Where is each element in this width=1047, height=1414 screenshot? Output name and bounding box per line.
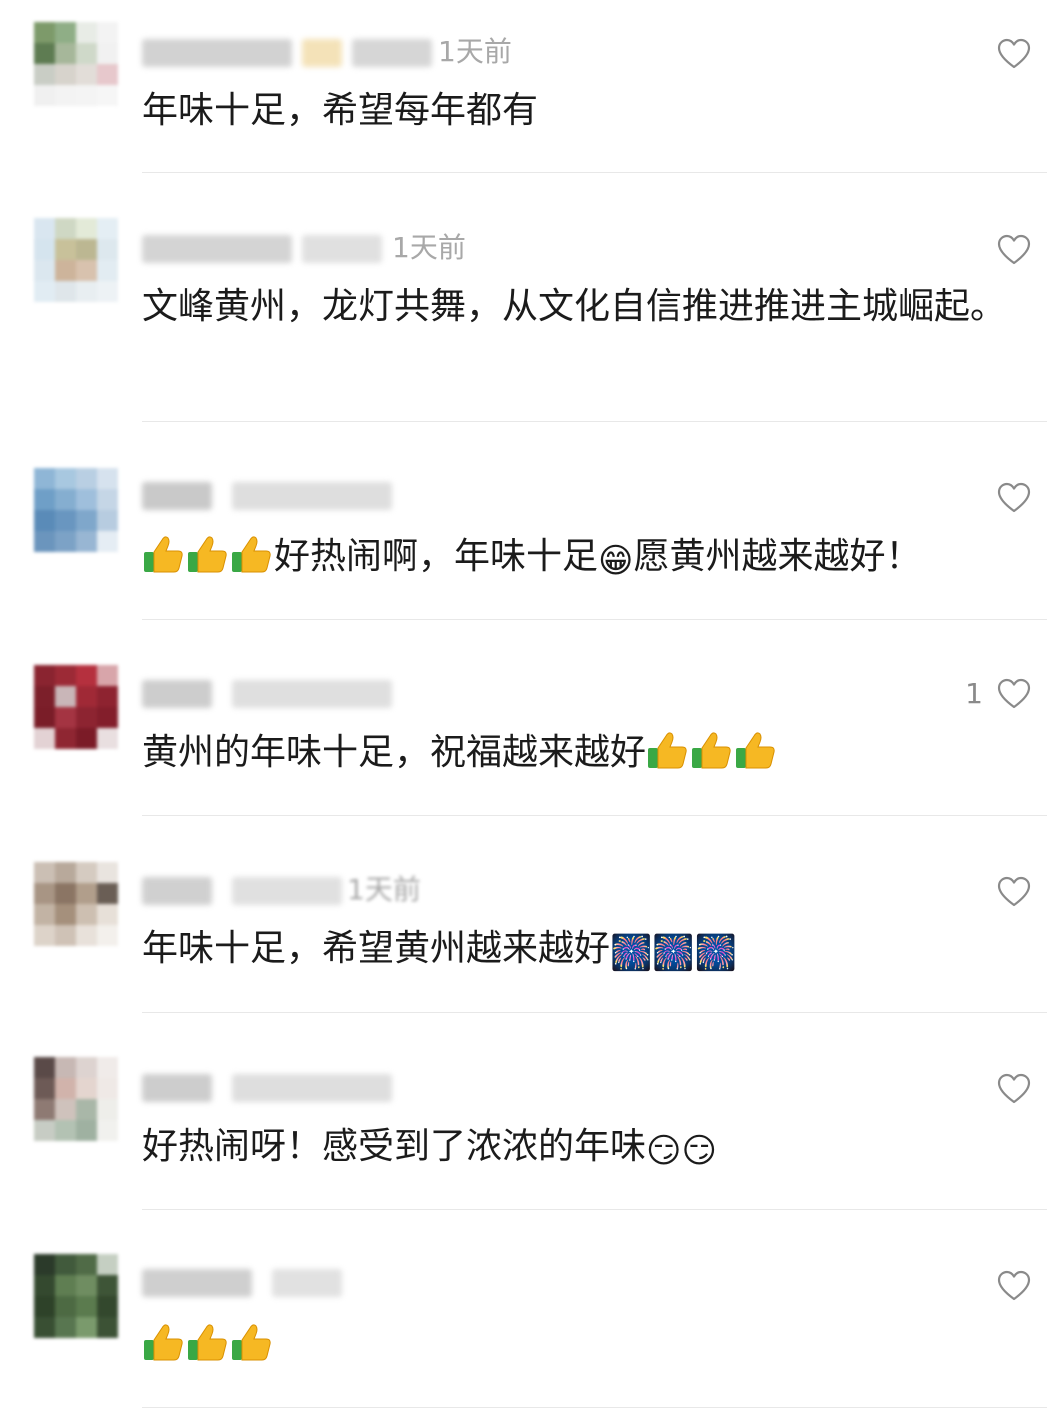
comment-text-segment: 好热闹啊，年味十足: [274, 536, 599, 577]
like-button[interactable]: [997, 1269, 1033, 1303]
comment-meta: [142, 676, 442, 710]
comment-text: 文峰黄州，龙灯共舞，从文化自信推进推进主城崛起。: [142, 286, 1007, 327]
comment-meta: 1天前: [142, 873, 462, 907]
like-button[interactable]: [997, 481, 1033, 515]
divider: [142, 1209, 1047, 1210]
heart-outline-icon: [997, 1073, 1031, 1105]
comment-meta: [142, 1265, 442, 1299]
comment-time: 1天前: [347, 873, 421, 906]
avatar[interactable]: [34, 665, 118, 749]
heart-outline-icon: [997, 234, 1031, 266]
thumbs-up-emoji: [734, 728, 778, 772]
heart-outline-icon: [997, 482, 1031, 514]
like-count: 1: [965, 677, 983, 710]
thumbs-up-emoji: [186, 532, 230, 576]
smirk-666-emoji: 😏: [646, 1131, 682, 1171]
grinning-emoji: 😁: [598, 541, 634, 581]
like-button[interactable]: [997, 233, 1033, 267]
like-button[interactable]: [997, 875, 1033, 909]
like-button[interactable]: [997, 37, 1033, 71]
fireworks-emoji: 🎆: [694, 933, 738, 973]
fireworks-emoji: 🎆: [652, 933, 695, 973]
comment-text: 年味十足，希望每年都有: [142, 90, 539, 131]
comment-text-segment: 年味十足，希望黄州越来越好: [142, 928, 611, 969]
avatar[interactable]: [34, 468, 118, 552]
avatar[interactable]: [34, 862, 118, 946]
smirk-666-emoji: 😏: [681, 1131, 717, 1171]
thumbs-up-emoji: [230, 532, 274, 576]
avatar[interactable]: [34, 218, 118, 302]
thumbs-up-emoji: [142, 1320, 186, 1364]
divider: [142, 815, 1047, 816]
avatar[interactable]: [34, 1057, 118, 1141]
comment-text: 好热闹啊，年味十足😁愿黄州越来越好！: [142, 530, 1037, 584]
comment-meta: 1天前: [142, 35, 562, 69]
thumbs-up-emoji: [186, 1320, 230, 1364]
fireworks-emoji: 🎆: [610, 933, 653, 973]
thumbs-up-emoji: [142, 532, 186, 576]
like-button[interactable]: [997, 1072, 1033, 1106]
heart-outline-icon: [997, 38, 1031, 70]
avatar[interactable]: [34, 22, 118, 106]
thumbs-up-emoji: [230, 1320, 274, 1364]
heart-outline-icon: [997, 1270, 1031, 1302]
like-button[interactable]: [997, 677, 1033, 711]
divider: [142, 619, 1047, 620]
divider: [142, 172, 1047, 173]
comment-text-segment: 好热闹呀！感受到了浓浓的年味: [142, 1126, 647, 1167]
heart-outline-icon: [997, 876, 1031, 908]
divider: [142, 1407, 1047, 1408]
comment-meta: [142, 1070, 442, 1104]
comment-text: 好热闹呀！感受到了浓浓的年味😏😏: [142, 1120, 1037, 1174]
comment-time: 1天前: [438, 35, 512, 68]
divider: [142, 1012, 1047, 1013]
avatar[interactable]: [34, 1254, 118, 1338]
comment-text: 年味十足，希望黄州越来越好🎆🎆🎆: [142, 922, 1037, 976]
comment-text-segment: 愿黄州越来越好！: [633, 536, 922, 577]
divider: [142, 421, 1047, 422]
comment-time: 1天前: [392, 231, 466, 264]
thumbs-up-emoji: [690, 728, 734, 772]
comment-meta: [142, 478, 442, 512]
comment-text: [142, 1318, 1037, 1372]
heart-outline-icon: [997, 678, 1031, 710]
comment-text-segment: 黄州的年味十足，祝福越来越好: [142, 732, 647, 773]
thumbs-up-emoji: [646, 728, 690, 772]
comment-meta: 1天前: [142, 231, 522, 265]
comment-text: 黄州的年味十足，祝福越来越好: [142, 726, 1037, 780]
